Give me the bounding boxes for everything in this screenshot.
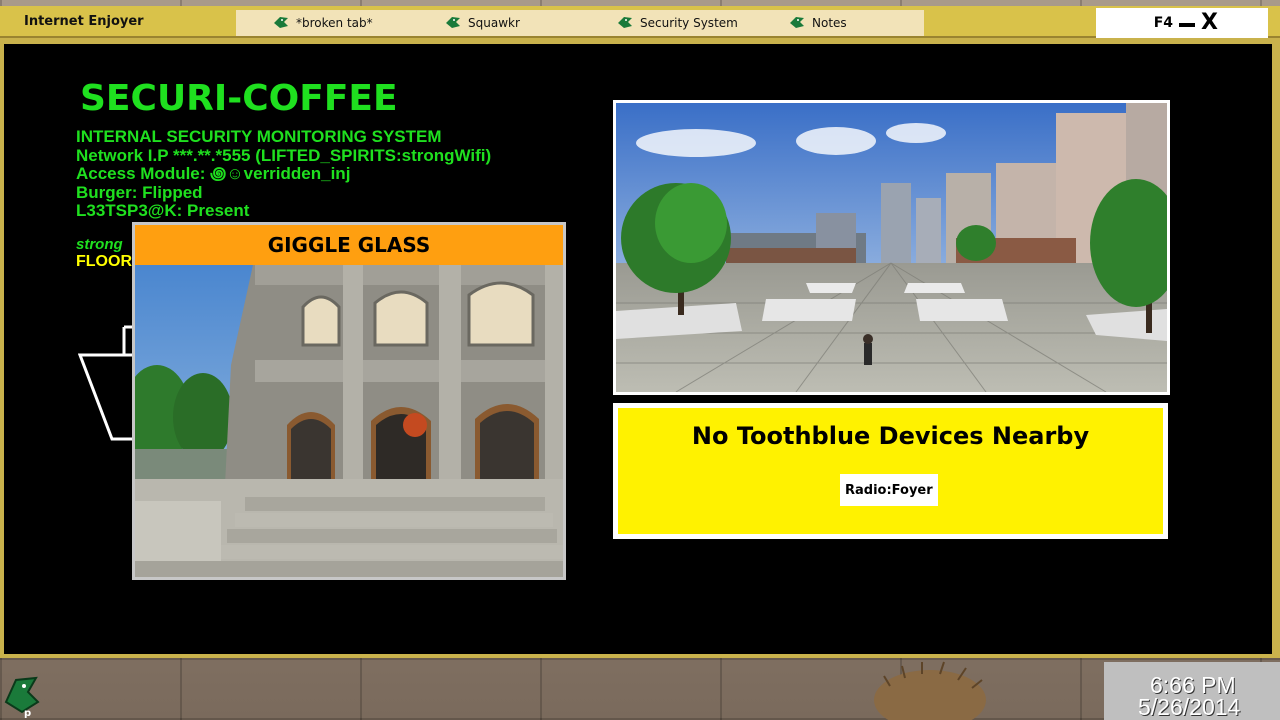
clock-date: 5/26/2014 [1138,694,1241,720]
system-info: INTERNAL SECURITY MONITORING SYSTEM Netw… [76,127,492,221]
app-title: Internet Enjoyer [24,14,144,29]
giggle-glass-camera-view [135,265,563,577]
radio-button[interactable]: Radio:Foyer [840,474,938,506]
tab-label: *broken tab* [296,16,373,30]
tab-broken[interactable]: *broken tab* [272,13,373,33]
info-line: INTERNAL SECURITY MONITORING SYSTEM [76,127,442,146]
giggle-glass-camera[interactable]: GIGGLE GLASS [132,222,566,580]
camera-title: GIGGLE GLASS [135,225,563,265]
info-line: Access Module: ꩜☺verridden_inj [76,164,351,183]
gator-icon [446,17,460,28]
hedgehog-decoration [874,661,986,720]
signal-strength-label: strong [76,236,123,253]
gator-icon [274,17,288,28]
plaza-camera-feed[interactable] [613,100,1170,395]
bluetooth-panel: No Toothblue Devices Nearby Radio:Foyer [613,403,1168,539]
start-gator-icon[interactable]: p [2,672,40,718]
tab-label: Notes [812,16,847,30]
tab-strip: *broken tab* Squawkr Security System Not… [236,10,924,36]
info-line: L33TSP3@K: Present [76,201,250,220]
svg-text:p: p [24,708,31,718]
brand-title: SECURI-COFFEE [80,78,398,119]
minimize-button[interactable] [1179,23,1196,27]
tab-squawkr[interactable]: Squawkr [444,13,520,33]
bluetooth-panel-inner: No Toothblue Devices Nearby Radio:Foyer [618,408,1163,534]
bluetooth-status: No Toothblue Devices Nearby [691,422,1090,450]
gator-icon [790,17,804,28]
plaza-camera-view [616,103,1167,392]
tab-label: Squawkr [468,16,520,30]
hotkey-label: F4 [1153,15,1174,31]
tab-notes[interactable]: Notes [788,13,847,33]
tab-label: Security System [640,16,738,30]
info-line: Network I.P ***.**.*555 (LIFTED_SPIRITS:… [76,145,492,165]
gator-icon [618,17,632,28]
browser-titlebar: Internet Enjoyer *broken tab* Squawkr Se… [0,6,1280,38]
close-button[interactable]: X [1201,12,1218,34]
info-line: Burger: Flipped [76,182,203,202]
tab-security-system[interactable]: Security System [616,13,738,33]
window-controls: F4 X [1096,8,1268,38]
